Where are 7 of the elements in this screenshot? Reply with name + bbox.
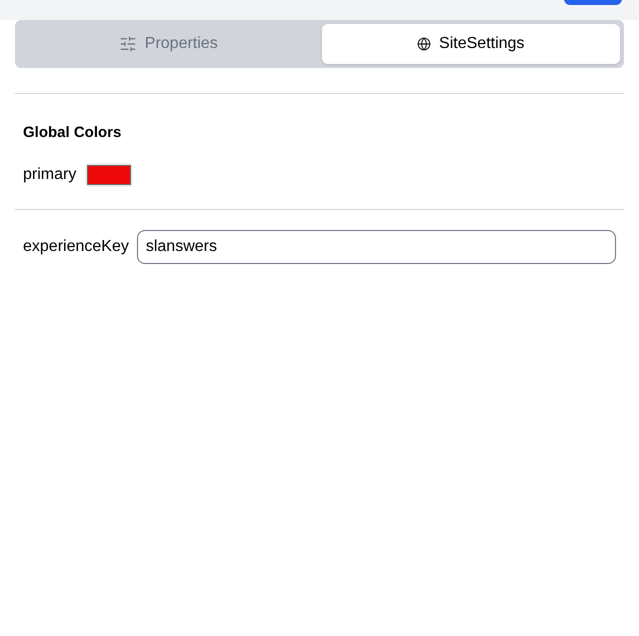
- color-label: primary: [23, 164, 76, 184]
- field-label: experienceKey: [23, 236, 129, 256]
- tab[interactable]: SiteSettings: [322, 24, 620, 64]
- text-field[interactable]: slanswers: [136, 230, 616, 264]
- globe-icon: [417, 37, 432, 51]
- sliders-icon: [118, 35, 137, 53]
- section-title: Global Colors: [23, 123, 122, 143]
